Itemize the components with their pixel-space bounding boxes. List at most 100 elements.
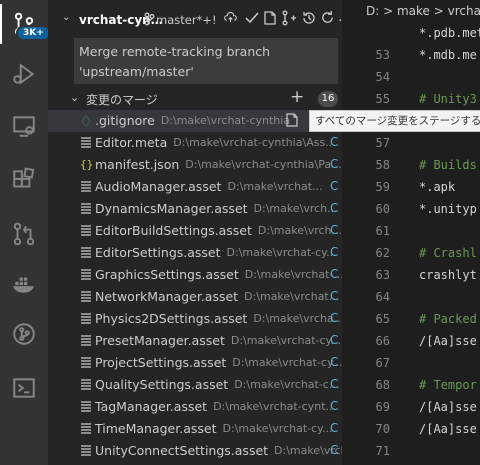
run-debug-icon[interactable] bbox=[0, 52, 48, 96]
code-line[interactable]: # Crashl bbox=[419, 246, 477, 260]
code-line[interactable]: # Unity3 bbox=[419, 92, 477, 106]
commit-message-line1: Merge remote-tracking branch bbox=[79, 44, 271, 59]
git-graph-icon[interactable] bbox=[0, 312, 48, 356]
activity-bar: 3K+ bbox=[0, 0, 51, 465]
file-name: .gitignore bbox=[95, 113, 155, 128]
history-icon[interactable] bbox=[301, 10, 317, 29]
line-number: 67 bbox=[375, 356, 390, 370]
file-name: EditorSettings.asset bbox=[95, 245, 221, 260]
line-number: 64 bbox=[375, 290, 390, 304]
file-name: NetworkManager.asset bbox=[95, 289, 239, 304]
code-line[interactable]: crashlyt bbox=[419, 268, 477, 282]
text-file-icon bbox=[80, 136, 92, 150]
code-line[interactable]: *.apk bbox=[419, 180, 455, 194]
file-row[interactable]: UnityConnectSettings.asset D:\make\vrcha.… bbox=[48, 440, 365, 462]
text-file-icon bbox=[80, 422, 92, 436]
file-row[interactable]: EditorSettings.asset D:\make\vrchat-cy...… bbox=[48, 242, 342, 264]
changes-badge: 3K+ bbox=[16, 25, 51, 41]
file-status-badge: C bbox=[330, 245, 339, 259]
file-row[interactable]: DynamicsManager.asset D:\make\vrch... C bbox=[48, 198, 342, 220]
terminal-icon[interactable] bbox=[0, 366, 48, 410]
chevron-down-icon[interactable]: ⌄ bbox=[70, 91, 79, 104]
branch-name[interactable]: master*+! bbox=[156, 13, 217, 27]
code-line[interactable]: *.pdb.meta bbox=[419, 26, 480, 40]
commit-check-icon[interactable] bbox=[244, 10, 260, 29]
file-path: D:\make\vrch... bbox=[253, 202, 338, 215]
file-row[interactable]: TimeManager.asset D:\make\vrchat-cy... C bbox=[48, 418, 342, 440]
file-status-badge: C bbox=[330, 223, 339, 237]
line-number: 61 bbox=[375, 224, 390, 238]
file-name: PresetManager.asset bbox=[95, 333, 225, 348]
file-row[interactable]: Editor.meta D:\make\vrchat-cynthia\Ass...… bbox=[48, 132, 342, 154]
text-file-icon bbox=[80, 246, 92, 260]
code-line[interactable]: # Packed bbox=[419, 312, 477, 326]
merge-changes-label: 変更のマージ bbox=[86, 93, 158, 107]
file-status-badge: C bbox=[330, 443, 339, 457]
line-number: 71 bbox=[375, 444, 390, 458]
docker-icon[interactable] bbox=[0, 262, 48, 306]
commit-message-line2: 'upstream/master' bbox=[79, 64, 194, 79]
open-file-icon[interactable] bbox=[285, 113, 299, 130]
file-row[interactable]: AudioManager.asset D:\make\vrchat... C bbox=[48, 176, 342, 198]
file-row[interactable]: {} manifest.json D:\make\vrchat-cynthia\Pa… bbox=[48, 154, 342, 176]
file-name: Editor.meta bbox=[95, 135, 168, 150]
breadcrumb[interactable]: D: > make > vrchat- bbox=[366, 4, 480, 18]
line-number: 63 bbox=[375, 268, 390, 282]
code-line[interactable]: *.mdb.me bbox=[419, 48, 477, 62]
extensions-icon[interactable] bbox=[0, 158, 48, 202]
line-number: 69 bbox=[375, 400, 390, 414]
code-line[interactable]: /[Aa]sse bbox=[419, 334, 477, 348]
file-row[interactable]: Physics2DSettings.asset D:\make\vrcha... C bbox=[48, 308, 344, 330]
file-path: D:\make\vrchat-cy... bbox=[222, 422, 333, 435]
branch-icon bbox=[144, 12, 155, 29]
code-line[interactable]: *.unityp bbox=[419, 202, 477, 216]
line-number: 70 bbox=[375, 422, 390, 436]
code-line[interactable]: # Tempor bbox=[419, 378, 477, 392]
file-path: D:\make\vrchat-cy... bbox=[230, 334, 341, 347]
file-row[interactable]: GraphicsSettings.asset D:\make\vrchat-...… bbox=[48, 264, 344, 286]
pull-request-icon[interactable] bbox=[0, 212, 48, 256]
file-row[interactable]: PresetManager.asset D:\make\vrchat-cy... C bbox=[48, 330, 342, 352]
file-status-badge: C bbox=[330, 289, 339, 303]
line-number: 53 bbox=[375, 48, 390, 62]
file-row[interactable]: TagManager.asset D:\make\vrchat-cynt... C bbox=[48, 396, 342, 418]
editor-pane: D: > make > vrchat- *.pdb.meta 53 *.mdb.me… bbox=[342, 0, 480, 465]
open-file-icon[interactable] bbox=[263, 11, 277, 28]
file-row[interactable]: EditorBuildSettings.asset D:\make\vrch...… bbox=[48, 220, 342, 242]
line-number: 62 bbox=[375, 246, 390, 260]
code-line[interactable]: # Builds bbox=[419, 158, 477, 172]
remote-explorer-icon[interactable] bbox=[0, 104, 48, 148]
refresh-icon[interactable] bbox=[320, 10, 335, 28]
code-line[interactable]: /[Aa]sse bbox=[419, 422, 477, 436]
text-file-icon bbox=[80, 378, 92, 392]
cloud-upload-icon[interactable] bbox=[224, 11, 237, 27]
code-line[interactable]: /[Aa]sse bbox=[419, 400, 477, 414]
pull-request-create-icon[interactable] bbox=[281, 10, 297, 29]
file-row[interactable]: ProjectSettings.asset D:\make\vrchat-cy..… bbox=[48, 352, 342, 374]
plus-icon[interactable]: + bbox=[290, 87, 304, 107]
line-number: 57 bbox=[375, 136, 390, 150]
file-path: D:\make\vrchat-cynthia\Ass... bbox=[173, 136, 336, 149]
file-path: D:\make\vrchat-... bbox=[244, 268, 344, 281]
file-name: AudioManager.asset bbox=[95, 179, 222, 194]
file-status-badge: C bbox=[330, 399, 339, 413]
file-name: QualitySettings.asset bbox=[95, 377, 229, 392]
merge-changes-section[interactable]: ⌄ 変更のマージ + 16 bbox=[48, 87, 342, 110]
file-row[interactable]: NetworkManager.asset D:\make\vrchat... C bbox=[48, 286, 342, 308]
line-number: 58 bbox=[375, 158, 390, 172]
file-row[interactable]: QualitySettings.asset D:\make\vrchat-c...… bbox=[48, 374, 342, 396]
file-name: manifest.json bbox=[95, 157, 180, 172]
text-file-icon bbox=[80, 180, 92, 194]
text-file-icon bbox=[80, 312, 92, 326]
text-file-icon bbox=[80, 224, 92, 238]
file-name: EditorBuildSettings.asset bbox=[95, 223, 252, 238]
file-row[interactable]: .gitignore D:\make\vrchat-cynthia bbox=[48, 110, 342, 132]
text-file-icon bbox=[80, 334, 92, 348]
text-file-icon bbox=[80, 400, 92, 414]
file-name: TagManager.asset bbox=[95, 399, 208, 414]
file-path: D:\make\vrchat-cynt... bbox=[213, 400, 337, 413]
chevron-down-icon[interactable]: ⌄ bbox=[62, 12, 70, 23]
line-number: 60 bbox=[375, 202, 390, 216]
json-file-icon: {} bbox=[80, 158, 94, 171]
commit-message-input[interactable]: Merge remote-tracking branch 'upstream/m… bbox=[74, 38, 338, 84]
